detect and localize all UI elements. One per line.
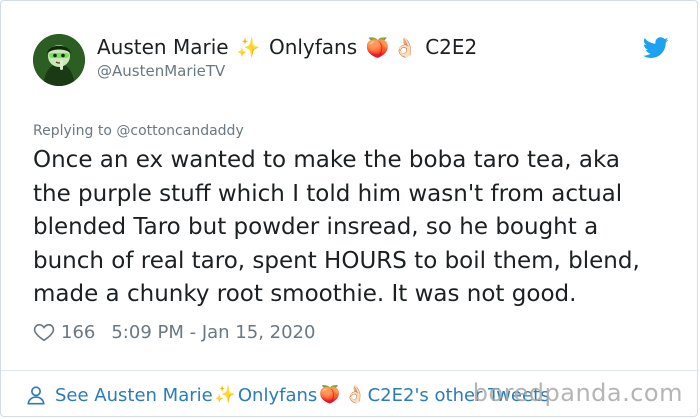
sparkles-emoji: ✨ — [214, 385, 236, 405]
see-other-tweets-link[interactable]: See Austen Marie ✨ Onlyfans 🍑 👌🏻 C2E2's o… — [25, 381, 550, 409]
replying-to[interactable]: Replying to @cottoncandaddy — [33, 122, 244, 140]
author-name-tail: C2E2 — [425, 35, 478, 59]
peach-emoji: 🍑 — [319, 385, 341, 405]
watermark: boredpanda.com — [472, 379, 683, 407]
avatar[interactable] — [33, 34, 85, 86]
see-prefix: See Austen Marie — [55, 384, 213, 406]
see-mid: Onlyfans — [237, 384, 318, 406]
ok-hand-emoji: 👌🏻 — [393, 37, 417, 59]
person-icon — [27, 386, 45, 405]
author-name-text: Austen Marie — [97, 35, 229, 59]
tweet-meta: 166 5:09 PM - Jan 15, 2020 — [33, 319, 315, 345]
ok-hand-emoji: 👌🏻 — [344, 385, 366, 405]
tweet-timestamp[interactable]: 5:09 PM - Jan 15, 2020 — [111, 322, 315, 343]
heart-icon[interactable] — [33, 321, 55, 343]
like-count[interactable]: 166 — [61, 322, 95, 343]
author-handle[interactable]: @AustenMarieTV — [97, 61, 225, 81]
tweet-text: Once an ex wanted to make the boba taro … — [33, 147, 640, 307]
avatar-image — [33, 34, 85, 86]
author-name[interactable]: Austen Marie ✨ Onlyfans 🍑 👌🏻 C2E2 — [97, 35, 477, 60]
divider — [1, 370, 699, 371]
sparkles-emoji: ✨ — [236, 37, 261, 59]
twitter-bird-icon[interactable] — [643, 37, 669, 59]
peach-emoji: 🍑 — [365, 37, 390, 59]
author-name-suffix: Onlyfans — [268, 35, 358, 59]
tweet-card: Austen Marie ✨ Onlyfans 🍑 👌🏻 C2E2 @Austen… — [0, 0, 699, 417]
